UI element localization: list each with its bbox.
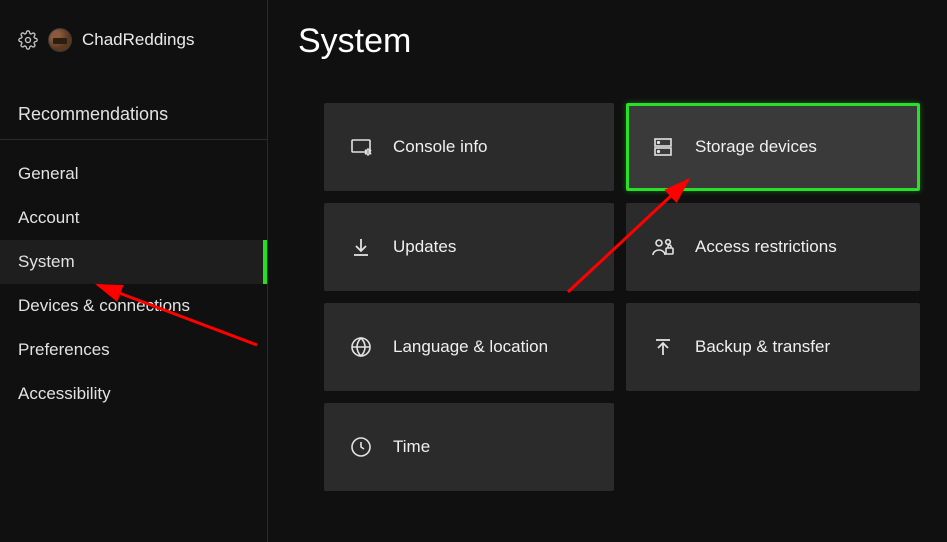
tile-label: Updates [393, 237, 456, 257]
sidebar-item-label: General [18, 164, 78, 183]
profile[interactable]: ChadReddings [0, 28, 267, 52]
sidebar-item-general[interactable]: General [0, 152, 267, 196]
sidebar-item-system[interactable]: System [0, 240, 267, 284]
tile-label: Storage devices [695, 137, 817, 157]
avatar [48, 28, 72, 52]
sidebar-item-account[interactable]: Account [0, 196, 267, 240]
gear-icon [18, 30, 38, 50]
tile-label: Time [393, 437, 430, 457]
download-icon [349, 235, 373, 259]
page-title: System [298, 22, 923, 61]
tile-label: Language & location [393, 337, 548, 357]
sidebar-item-label: Accessibility [18, 384, 111, 403]
sidebar-item-accessibility[interactable]: Accessibility [0, 372, 267, 416]
tile-label: Console info [393, 137, 488, 157]
tile-updates[interactable]: Updates [324, 203, 614, 291]
tile-access-restrictions[interactable]: Access restrictions [626, 203, 920, 291]
sidebar-item-devices-connections[interactable]: Devices & connections [0, 284, 267, 328]
tile-storage-devices[interactable]: Storage devices [626, 103, 920, 191]
tile-language-location[interactable]: Language & location [324, 303, 614, 391]
sidebar: ChadReddings Recommendations General Acc… [0, 0, 268, 542]
monitor-gear-icon [349, 135, 373, 159]
main-content: System Console info Storage devices [268, 0, 947, 542]
storage-icon [651, 135, 675, 159]
tile-label: Access restrictions [695, 237, 837, 257]
sidebar-section-header: Recommendations [0, 104, 267, 140]
profile-username: ChadReddings [82, 30, 194, 50]
globe-icon [349, 335, 373, 359]
sidebar-item-preferences[interactable]: Preferences [0, 328, 267, 372]
sidebar-nav: General Account System Devices & connect… [0, 152, 267, 416]
tile-time[interactable]: Time [324, 403, 614, 491]
tile-grid: Console info Storage devices Updates [324, 103, 923, 491]
sidebar-item-label: Preferences [18, 340, 110, 359]
sidebar-item-label: System [18, 252, 75, 271]
clock-icon [349, 435, 373, 459]
sidebar-item-label: Account [18, 208, 79, 227]
tile-label: Backup & transfer [695, 337, 830, 357]
sidebar-item-label: Devices & connections [18, 296, 190, 315]
upload-icon [651, 335, 675, 359]
people-lock-icon [651, 235, 675, 259]
tile-console-info[interactable]: Console info [324, 103, 614, 191]
tile-backup-transfer[interactable]: Backup & transfer [626, 303, 920, 391]
